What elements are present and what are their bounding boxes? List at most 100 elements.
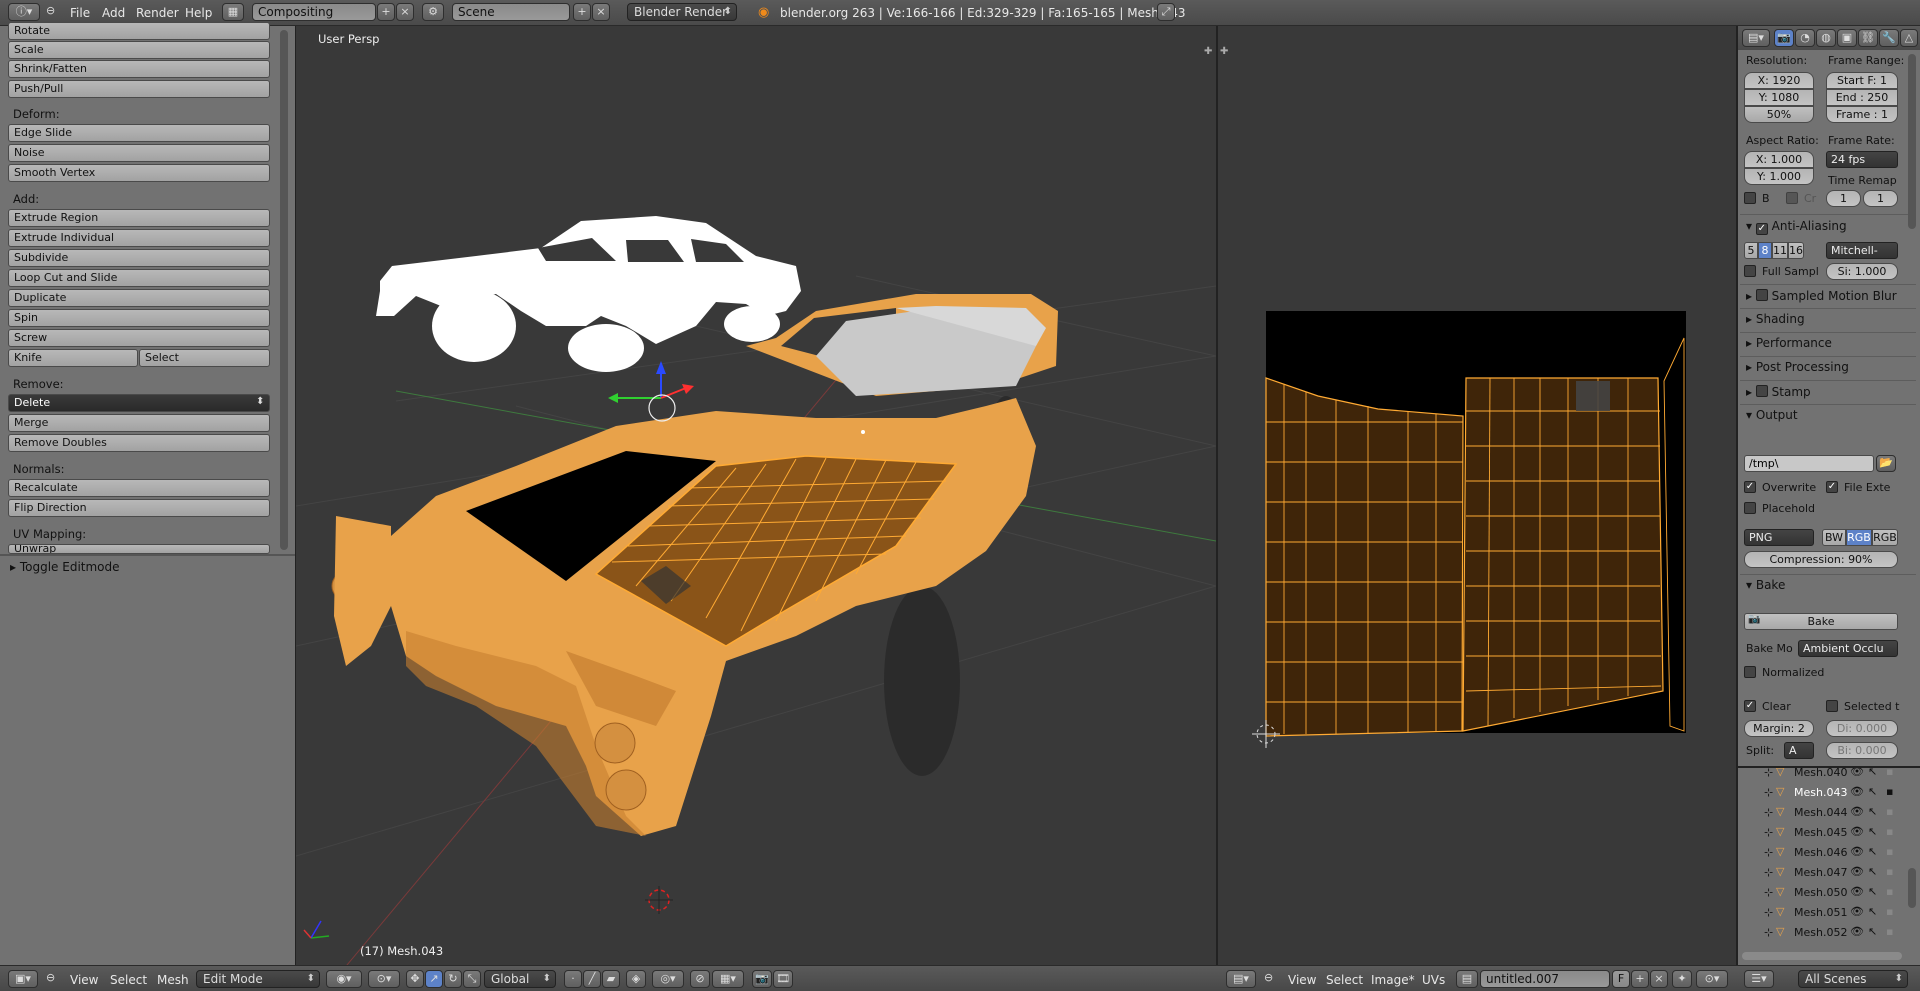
scene-icon[interactable]: ⚙ xyxy=(422,3,444,21)
uv-menu-uvs[interactable]: UVs xyxy=(1422,973,1445,987)
render-camera-icon[interactable]: ▪ xyxy=(1886,825,1893,838)
tool-extrude-region[interactable]: Extrude Region xyxy=(8,209,270,227)
edge-select-icon[interactable]: ╱ xyxy=(583,970,601,988)
end-frame-field[interactable]: End : 250 xyxy=(1826,89,1898,106)
normalized-checkbox[interactable] xyxy=(1744,666,1756,678)
list-item[interactable]: ⊹ ▽ Mesh.050 👁 ↖ ▪ xyxy=(1738,882,1920,902)
select-arrow-icon[interactable]: ↖ xyxy=(1868,865,1877,878)
properties-scrollbar[interactable] xyxy=(1908,54,1916,229)
outliner-editor-type-icon[interactable]: ☰▾ xyxy=(1744,970,1774,988)
file-extensions-checkbox[interactable]: ✓ xyxy=(1826,481,1838,493)
clear-checkbox[interactable]: ✓ xyxy=(1744,700,1756,712)
remap-old-field[interactable]: 1 xyxy=(1826,190,1861,207)
bake-panel[interactable]: ▾ Bake xyxy=(1746,578,1785,592)
uv-pivot-icon[interactable]: ⊙▾ xyxy=(1696,970,1728,988)
render-camera-icon[interactable]: ▪ xyxy=(1886,845,1893,858)
area-divider[interactable] xyxy=(1738,766,1920,768)
crop-checkbox[interactable] xyxy=(1786,192,1798,204)
tool-duplicate[interactable]: Duplicate xyxy=(8,289,270,307)
color-rgb-button[interactable]: RGB xyxy=(1846,529,1872,546)
tool-spin[interactable]: Spin xyxy=(8,309,270,327)
list-item[interactable]: ⊹ ▽ Mesh.043 👁 ↖ ▪ xyxy=(1738,782,1920,802)
list-item[interactable]: ⊹ ▽ Mesh.045 👁 ↖ ▪ xyxy=(1738,822,1920,842)
viewport-shading-icon[interactable]: ◉▾ xyxy=(326,970,362,988)
world-tab-icon[interactable]: ◍ xyxy=(1816,29,1836,47)
3d-viewport[interactable]: User Persp (17) Mesh.043 ✚ xyxy=(296,26,1216,965)
fake-user-toggle[interactable]: F xyxy=(1612,970,1630,988)
collapse-menu-icon[interactable]: ⊖ xyxy=(1264,971,1273,984)
render-camera-icon[interactable]: ▪ xyxy=(1886,865,1893,878)
list-item[interactable]: ⊹ ▽ Mesh.040 👁 ↖ ▪ xyxy=(1738,768,1920,782)
fullscreen-toggle-icon[interactable]: ⤢ xyxy=(1157,3,1175,21)
modifier-tab-icon[interactable]: 🔧 xyxy=(1879,29,1899,47)
menu-view[interactable]: View xyxy=(70,973,98,987)
select-arrow-icon[interactable]: ↖ xyxy=(1868,845,1877,858)
constraint-tab-icon[interactable]: ⛓ xyxy=(1858,29,1878,47)
margin-field[interactable]: Margin: 2 xyxy=(1744,720,1814,737)
tool-smooth-vertex[interactable]: Smooth Vertex xyxy=(8,164,270,182)
output-path-field[interactable]: /tmp\ xyxy=(1744,455,1874,472)
overwrite-checkbox[interactable]: ✓ xyxy=(1744,481,1756,493)
stamp-panel[interactable]: ▸ Stamp xyxy=(1746,384,1811,399)
menu-render[interactable]: Render xyxy=(136,6,179,20)
visibility-eye-icon[interactable]: 👁 xyxy=(1850,925,1864,938)
visibility-eye-icon[interactable]: 👁 xyxy=(1850,768,1864,778)
image-browse-icon[interactable]: ▤ xyxy=(1456,970,1478,988)
add-scene-icon[interactable]: + xyxy=(573,3,591,21)
mode-dropdown[interactable]: Edit Mode xyxy=(196,970,320,988)
snap-element-icon[interactable]: ▦▾ xyxy=(712,970,744,988)
selected-to-active-checkbox[interactable] xyxy=(1826,700,1838,712)
outliner-scrollbar[interactable] xyxy=(1908,868,1916,908)
visibility-eye-icon[interactable]: 👁 xyxy=(1850,885,1864,898)
collapse-menu-icon[interactable]: ⊖ xyxy=(46,4,55,17)
render-camera-icon[interactable]: ▪ xyxy=(1886,925,1893,938)
uv-menu-view[interactable]: View xyxy=(1288,973,1316,987)
translate-manipulator-icon[interactable]: ↗ xyxy=(425,970,443,988)
pivot-point-icon[interactable]: ⊙▾ xyxy=(368,970,400,988)
resolution-y-field[interactable]: Y: 1080 xyxy=(1744,89,1814,106)
aa-samples-5[interactable]: 5 xyxy=(1744,242,1758,259)
unlink-image-icon[interactable]: × xyxy=(1650,970,1668,988)
rotate-manipulator-icon[interactable]: ↻ xyxy=(444,970,462,988)
tool-loop-cut[interactable]: Loop Cut and Slide xyxy=(8,269,270,287)
scale-manipulator-icon[interactable]: ⤡ xyxy=(463,970,481,988)
post-processing-panel[interactable]: ▸ Post Processing xyxy=(1746,360,1849,374)
file-format-dropdown[interactable]: PNG xyxy=(1744,529,1814,546)
tool-push-pull[interactable]: Push/Pull xyxy=(8,80,270,98)
tool-merge[interactable]: Merge xyxy=(8,414,270,432)
border-checkbox[interactable] xyxy=(1744,192,1756,204)
tool-knife[interactable]: Knife xyxy=(8,349,138,367)
vertex-select-icon[interactable]: · xyxy=(564,970,582,988)
list-item[interactable]: ⊹ ▽ Mesh.044 👁 ↖ ▪ xyxy=(1738,802,1920,822)
visibility-eye-icon[interactable]: 👁 xyxy=(1850,825,1864,838)
color-bw-button[interactable]: BW xyxy=(1822,529,1846,546)
tool-subdivide[interactable]: Subdivide xyxy=(8,249,270,267)
tool-knife-select[interactable]: Select xyxy=(139,349,270,367)
visibility-eye-icon[interactable]: 👁 xyxy=(1850,785,1864,798)
tool-flip-direction[interactable]: Flip Direction xyxy=(8,499,270,517)
tool-recalculate[interactable]: Recalculate xyxy=(8,479,270,497)
pin-image-icon[interactable]: ✦ xyxy=(1672,970,1692,988)
snap-toggle-icon[interactable]: ⊘ xyxy=(690,970,710,988)
new-image-icon[interactable]: + xyxy=(1631,970,1649,988)
shading-panel[interactable]: ▸ Shading xyxy=(1746,312,1805,326)
tool-shrink-fatten[interactable]: Shrink/Fatten xyxy=(8,60,270,78)
split-dropdown[interactable]: A xyxy=(1784,742,1814,759)
aspect-x-field[interactable]: X: 1.000 xyxy=(1744,151,1814,168)
manipulator-toggle-icon[interactable]: ✥ xyxy=(406,970,424,988)
tool-extrude-individual[interactable]: Extrude Individual xyxy=(8,229,270,247)
visibility-eye-icon[interactable]: 👁 xyxy=(1850,805,1864,818)
aa-samples-11[interactable]: 11 xyxy=(1772,242,1788,259)
current-frame-field[interactable]: Frame : 1 xyxy=(1826,106,1898,123)
select-arrow-icon[interactable]: ↖ xyxy=(1868,905,1877,918)
remap-new-field[interactable]: 1 xyxy=(1863,190,1898,207)
screen-layout-field[interactable]: Compositing xyxy=(252,3,376,21)
browse-folder-icon[interactable]: 📂 xyxy=(1876,455,1896,472)
uv-image-editor[interactable]: ✚ xyxy=(1218,26,1736,965)
start-frame-field[interactable]: Start F: 1 xyxy=(1826,72,1898,89)
menu-add[interactable]: Add xyxy=(102,6,125,20)
bake-button[interactable]: Bake xyxy=(1744,613,1898,630)
properties-editor-type-icon[interactable]: ▤▾ xyxy=(1742,29,1770,47)
stamp-checkbox[interactable] xyxy=(1755,385,1768,397)
outliner-horizontal-scrollbar[interactable] xyxy=(1742,952,1902,960)
